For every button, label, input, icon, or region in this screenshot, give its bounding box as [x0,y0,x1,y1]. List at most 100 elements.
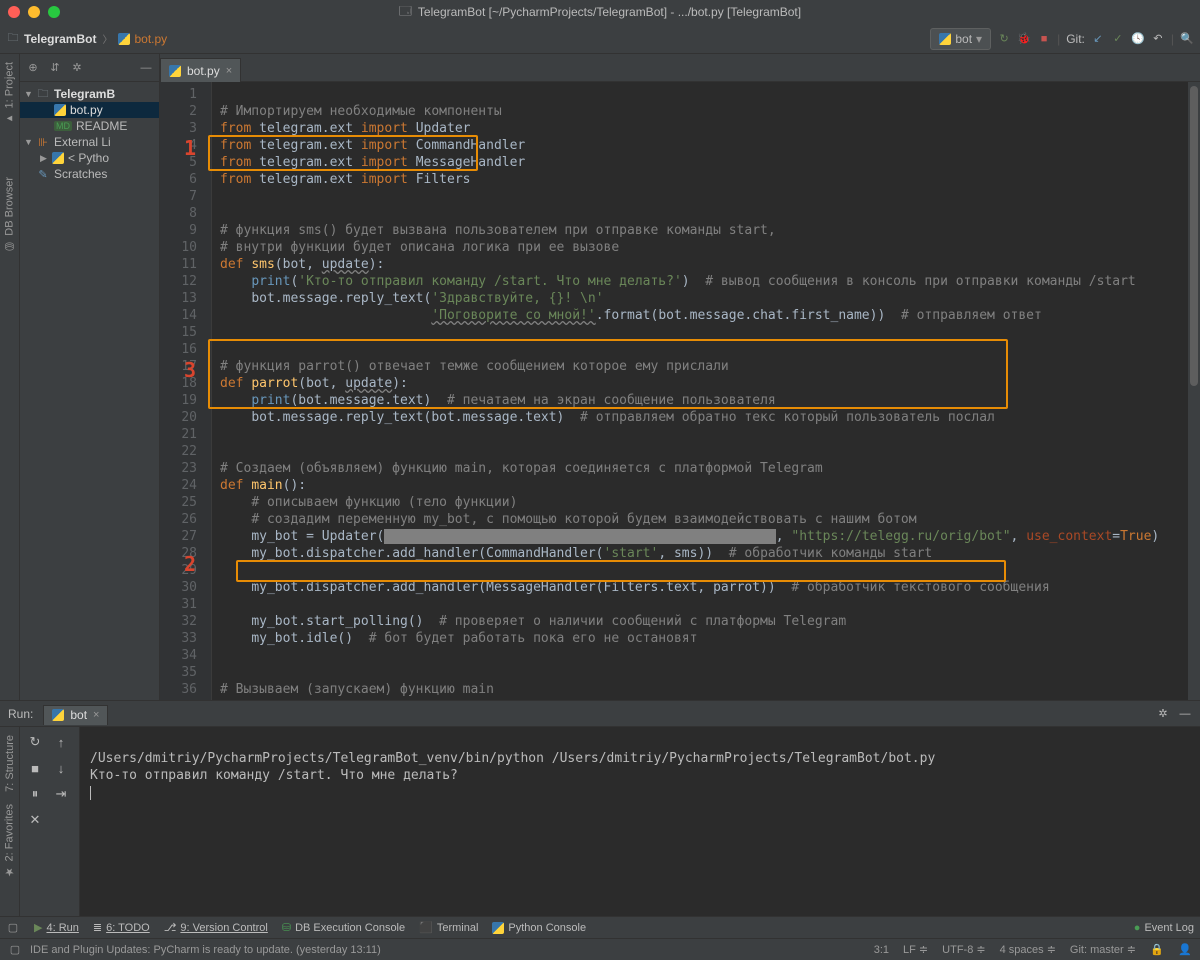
encoding-selector[interactable]: UTF-8 ≑ [942,943,985,956]
pause-icon[interactable]: ⏸ [26,785,44,803]
scratches-icon: ✎ [36,167,50,181]
folder-icon: 🗀 [6,32,20,46]
indent-selector[interactable]: 4 spaces ≑ [1000,943,1056,956]
chevron-down-icon: ▾ [976,32,982,46]
expand-icon[interactable]: ⇵ [48,61,62,75]
title-bar: 🗔 TelegramBot [~/PycharmProjects/Telegra… [0,0,1200,24]
python-icon [52,152,64,164]
run-tool-window: Run: bot × ✲ — 7: Structure ★2: Favorite… [0,700,1200,916]
console-output[interactable]: /Users/dmitriy/PycharmProjects/TelegramB… [80,727,1200,916]
breadcrumb-project[interactable]: TelegramBot [24,32,96,46]
editor-scrollbar[interactable] [1188,82,1200,700]
code-editor[interactable]: 1 2 3 4 5 6 7 8 9 10 11 12 13 14 15 16 1… [160,82,1200,700]
separator: | [1057,32,1060,46]
target-icon[interactable]: ⊕ [26,61,40,75]
annotation-box-2 [236,560,1006,582]
vcs-tool-button[interactable]: ⎇9: Version Control [164,921,268,934]
nav-bar: 🗀 TelegramBot bot.py bot ▾ ↻ 🐞 ■ | Git: … [0,24,1200,54]
python-icon [52,709,64,721]
tree-label: bot.py [70,103,103,117]
inspection-icon[interactable]: 👤 [1178,943,1192,957]
tree-project-root[interactable]: ▼ 🗀 TelegramB [20,86,159,102]
tree-external-libs[interactable]: ▼ ⊪ External Li [20,134,159,150]
status-message[interactable]: IDE and Plugin Updates: PyCharm is ready… [30,944,381,956]
collapse-icon[interactable]: — [139,61,153,75]
tree-file-bot[interactable]: bot.py [20,102,159,118]
run-tool-button[interactable]: ▶4: Run [34,921,79,934]
python-icon [939,33,951,45]
python-file-icon [169,65,181,77]
annotation-label-2: 2 [184,556,196,573]
db-browser-tool-button[interactable]: ⛁DB Browser [3,177,16,253]
close-icon[interactable]: ✕ [26,811,44,829]
window-title: 🗔 TelegramBot [~/PycharmProjects/Telegra… [399,2,801,23]
tree-label: TelegramB [54,87,115,101]
run-configuration-selector[interactable]: bot ▾ [930,28,991,50]
git-pull-icon[interactable]: ↙ [1091,32,1105,46]
debug-icon[interactable]: 🐞 [1017,32,1031,46]
event-log-button[interactable]: ●Event Log [1134,922,1194,934]
code-content[interactable]: # Импортируем необходимые компоненты fro… [212,82,1200,700]
run-panel-body: 7: Structure ★2: Favorites ↻ ↑ ■ ↓ ⏸ ⇥ ✕… [0,727,1200,916]
python-file-icon [54,104,66,116]
status-bar: ▢ IDE and Plugin Updates: PyCharm is rea… [0,938,1200,960]
run-tab-bot[interactable]: bot × [43,705,108,725]
main-content: ▸1: Project ⛁DB Browser ⊕ ⇵ ✲ — ▼ 🗀 Tele… [0,54,1200,700]
rerun-icon[interactable]: ↻ [26,733,44,751]
favorites-tool-button[interactable]: ★2: Favorites [3,804,16,878]
git-commit-icon[interactable]: ✓ [1111,32,1125,46]
line-separator-selector[interactable]: LF ≑ [903,943,928,956]
up-icon[interactable]: ↑ [52,733,70,751]
run-tab-label: bot [70,708,87,722]
down-icon[interactable]: ↓ [52,759,70,777]
separator: | [1171,32,1174,46]
terminal-tool-button[interactable]: ⬛Terminal [419,921,478,934]
close-icon[interactable]: × [93,709,99,721]
structure-tool-button[interactable]: 7: Structure [4,735,16,792]
git-branch-selector[interactable]: Git: master ≑ [1070,943,1136,956]
gear-icon[interactable]: ✲ [70,61,84,75]
editor-tab-bot[interactable]: bot.py × [160,58,241,82]
gutter: 1 2 3 4 5 6 7 8 9 10 11 12 13 14 15 16 1… [160,82,212,700]
search-icon[interactable]: 🔍 [1180,32,1194,46]
markdown-file-icon: MD [54,121,72,131]
maximize-icon[interactable] [48,6,60,18]
tree-python-env[interactable]: ▶ < Pytho [20,150,159,166]
tool-window-quick-access-icon[interactable]: ▢ [6,921,20,935]
editor-area: bot.py × 1 2 3 4 5 6 7 8 9 10 11 12 13 1… [160,54,1200,700]
close-icon[interactable] [8,6,20,18]
left-tool-rail: ▸1: Project ⛁DB Browser [0,54,20,700]
db-console-tool-button[interactable]: ⛁DB Execution Console [282,921,405,934]
lock-icon[interactable]: 🔒 [1150,943,1164,957]
sidebar-toolbar: ⊕ ⇵ ✲ — [20,54,159,82]
window-title-text: TelegramBot [~/PycharmProjects/TelegramB… [418,5,801,19]
project-tool-button[interactable]: ▸1: Project [3,62,16,125]
close-icon[interactable]: × [226,65,232,77]
stop-icon[interactable]: ■ [1037,32,1051,46]
stop-icon[interactable]: ■ [26,759,44,777]
run-config-name: bot [955,32,972,46]
todo-tool-button[interactable]: ≣6: TODO [93,921,150,934]
python-file-icon [118,33,130,45]
left-bottom-rail: 7: Structure ★2: Favorites [0,727,20,916]
caret-position[interactable]: 3:1 [874,944,889,956]
run-controls: ↻ ↑ ■ ↓ ⏸ ⇥ ✕ [20,727,80,916]
python-icon [492,922,504,934]
git-revert-icon[interactable]: ↶ [1151,32,1165,46]
breadcrumb-file[interactable]: bot.py [134,32,167,46]
tree-file-readme[interactable]: MD README [20,118,159,134]
tree-label: External Li [54,135,111,149]
git-label: Git: [1066,32,1085,46]
rerun-icon[interactable]: ↻ [997,32,1011,46]
tree-scratches[interactable]: ✎ Scratches [20,166,159,182]
collapse-icon[interactable]: — [1178,707,1192,721]
filter-icon[interactable]: ⇥ [52,785,70,803]
folder-icon: 🗀 [36,87,50,101]
python-console-tool-button[interactable]: Python Console [492,922,586,934]
window-controls[interactable] [8,6,60,18]
gear-icon[interactable]: ✲ [1156,707,1170,721]
minimize-icon[interactable] [28,6,40,18]
toolbar-right: bot ▾ ↻ 🐞 ■ | Git: ↙ ✓ 🕓 ↶ | 🔍 [930,28,1194,50]
git-history-icon[interactable]: 🕓 [1131,32,1145,46]
info-icon[interactable]: ▢ [8,943,22,957]
